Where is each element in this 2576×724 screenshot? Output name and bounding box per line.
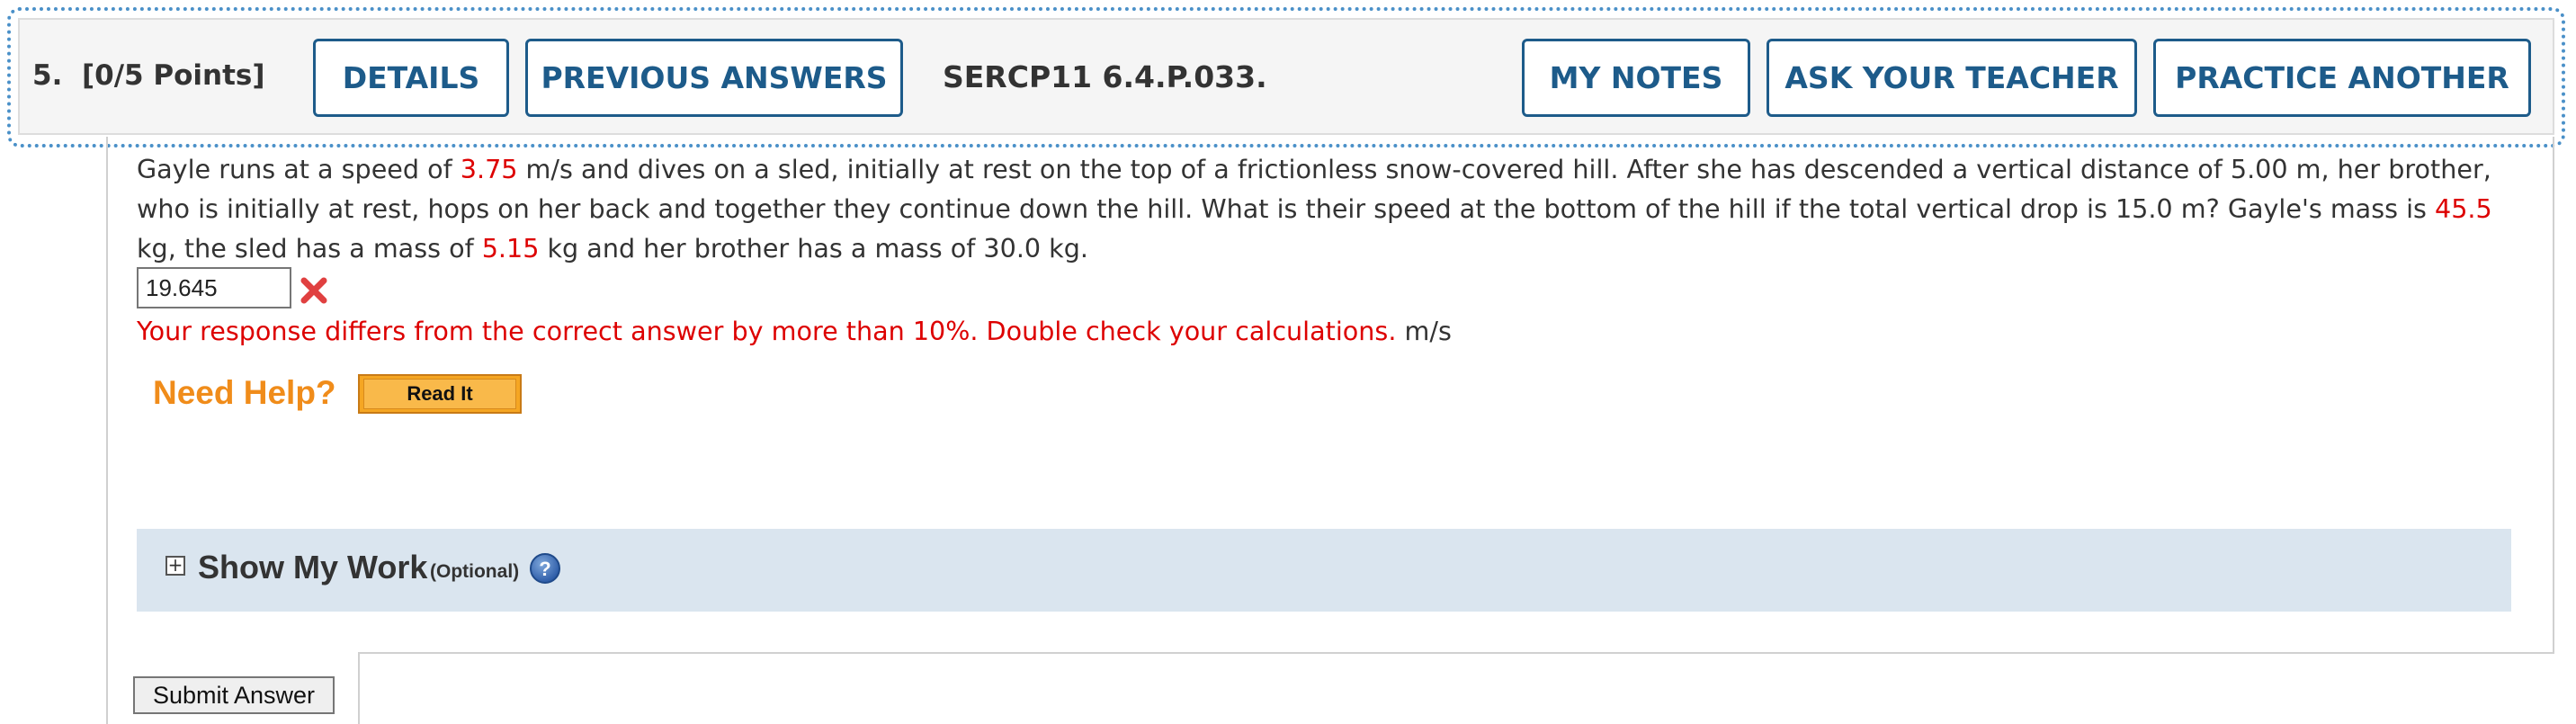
question-text-part: Gayle runs at a speed of [137, 154, 461, 184]
help-question-icon[interactable]: ? [529, 552, 561, 585]
speed-value: 3.75 [460, 154, 518, 184]
incorrect-x-icon [300, 277, 327, 304]
answer-feedback: Your response differs from the correct a… [137, 311, 1452, 351]
question-text: Gayle runs at a speed of 3.75 m/s and di… [137, 149, 2520, 268]
feedback-message: Your response differs from the correct a… [137, 316, 1397, 346]
previous-answers-button[interactable]: PREVIOUS ANSWERS [525, 39, 903, 117]
help-icon-glyph: ? [539, 558, 550, 580]
question-number-label: 5. [32, 59, 63, 92]
panel-corner-border [358, 652, 360, 724]
answer-input[interactable] [137, 267, 291, 308]
panel-right-border [2553, 137, 2554, 653]
practice-another-button[interactable]: PRACTICE ANOTHER [2153, 39, 2531, 117]
optional-label: (Optional) [430, 561, 520, 582]
submit-answer-button[interactable]: Submit Answer [133, 676, 335, 714]
expand-icon[interactable]: + [165, 556, 185, 576]
read-it-label: Read It [363, 379, 516, 409]
need-help-label: Need Help? [153, 374, 336, 411]
sled-mass-value: 5.15 [481, 233, 540, 264]
question-text-part: kg and her brother has a mass of 30.0 kg… [539, 233, 1088, 264]
show-my-work-title[interactable]: Show My Work [198, 549, 427, 586]
ask-teacher-button[interactable]: ASK YOUR TEACHER [1767, 39, 2137, 117]
question-text-part: kg, the sled has a mass of [137, 233, 482, 264]
read-it-button[interactable]: Read It [358, 374, 522, 414]
gayle-mass-value: 45.5 [2435, 193, 2492, 224]
answer-unit: m/s [1404, 316, 1452, 346]
points-label: [0/5 Points] [81, 59, 265, 92]
panel-bottom-border [360, 652, 2554, 654]
details-button[interactable]: DETAILS [313, 39, 509, 117]
question-number: 5. [0/5 Points] [32, 59, 265, 92]
panel-left-border [106, 137, 108, 724]
problem-code: SERCP11 6.4.P.033. [943, 59, 1267, 94]
my-notes-button[interactable]: MY NOTES [1522, 39, 1750, 117]
